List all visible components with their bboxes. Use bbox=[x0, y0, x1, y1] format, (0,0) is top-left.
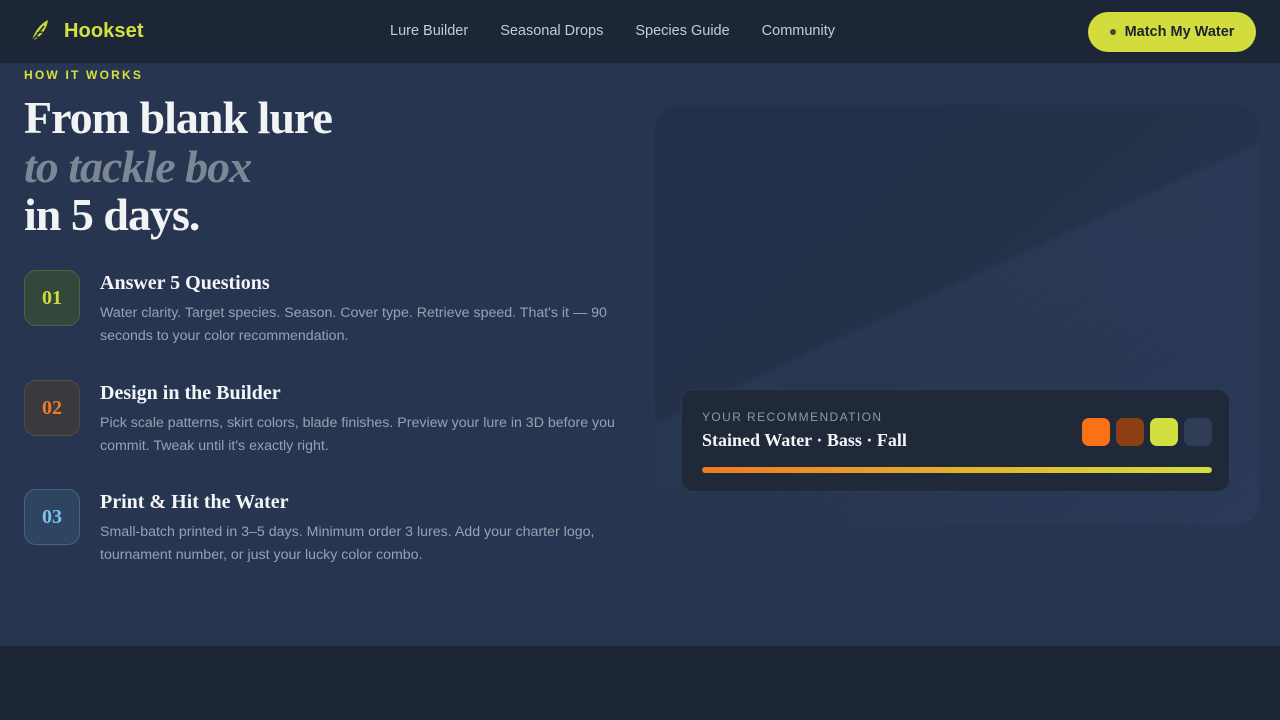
step-title: Print & Hit the Water bbox=[100, 491, 289, 513]
headline-line-1: From blank lure bbox=[24, 92, 333, 143]
section-headline: From blank lure to tackle box in 5 days. bbox=[24, 92, 333, 240]
lure-feather-icon bbox=[31, 20, 48, 42]
step-title: Answer 5 Questions bbox=[100, 272, 270, 294]
nav-link-lure-builder[interactable]: Lure Builder bbox=[390, 23, 468, 39]
step-title: Design in the Builder bbox=[100, 382, 281, 404]
recommendation-progress-bar bbox=[702, 467, 1212, 473]
brand-name: Hookset bbox=[64, 19, 144, 42]
headline-line-2: to tackle box bbox=[24, 140, 252, 192]
brand-logo[interactable]: Hookset bbox=[28, 18, 144, 44]
headline-line-3: in 5 days. bbox=[24, 189, 200, 240]
color-swatches bbox=[1082, 418, 1212, 446]
dot-icon bbox=[1109, 29, 1116, 35]
step-number-badge: 01 bbox=[24, 270, 80, 326]
color-swatch[interactable] bbox=[1150, 418, 1178, 446]
step-description: Small-batch printed in 3–5 days. Minimum… bbox=[100, 524, 595, 563]
section-eyebrow: HOW IT WORKS bbox=[24, 68, 144, 82]
top-navigation-bar: Hookset Lure Builder Seasonal Drops Spec… bbox=[0, 0, 1280, 64]
nav-link-seasonal-drops[interactable]: Seasonal Drops bbox=[500, 23, 603, 39]
match-my-water-label: Match My Water bbox=[1124, 24, 1235, 40]
recommendation-label: YOUR RECOMMENDATION bbox=[702, 410, 883, 424]
match-my-water-button[interactable]: Match My Water bbox=[1088, 12, 1256, 52]
recommendation-title: Stained Water · Bass · Fall bbox=[702, 430, 907, 450]
step-description: Water clarity. Target species. Season. C… bbox=[100, 305, 607, 344]
main-nav: Lure Builder Seasonal Drops Species Guid… bbox=[390, 23, 835, 39]
step-number-badge: 03 bbox=[24, 489, 80, 545]
nav-link-species-guide[interactable]: Species Guide bbox=[635, 23, 729, 39]
color-swatch[interactable] bbox=[1116, 418, 1144, 446]
color-swatch[interactable] bbox=[1184, 418, 1212, 446]
step-description: Pick scale patterns, skirt colors, blade… bbox=[100, 415, 615, 454]
footer-band bbox=[0, 646, 1280, 720]
step-number-badge: 02 bbox=[24, 380, 80, 436]
progress-fill bbox=[702, 467, 1212, 473]
nav-link-community[interactable]: Community bbox=[762, 23, 835, 39]
color-swatch[interactable] bbox=[1082, 418, 1110, 446]
recommendation-card: YOUR RECOMMENDATION Stained Water · Bass… bbox=[681, 389, 1230, 492]
